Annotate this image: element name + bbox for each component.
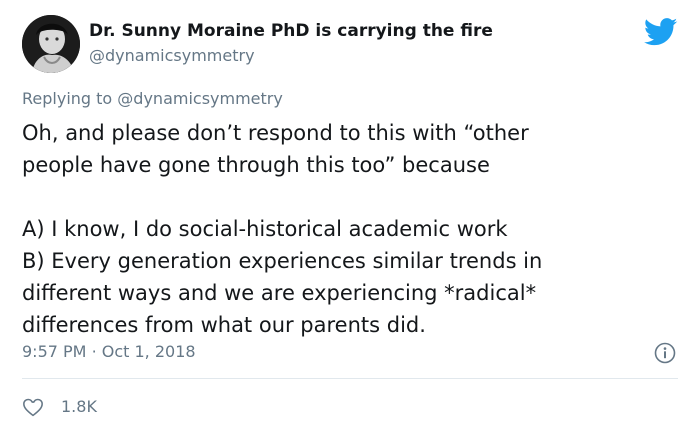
tweet-line [22,181,682,213]
tweet-line: Oh, and please don’t respond to this wit… [22,121,529,145]
tweet-time: 9:57 PM [22,342,87,361]
avatar[interactable] [22,15,80,73]
tweet-line: differences from what our parents did. [22,313,426,337]
tweet-text: Oh, and please don’t respond to this wit… [22,117,682,341]
tweet-card: Dr. Sunny Moraine PhD is carrying the fi… [0,0,700,433]
author-display-name[interactable]: Dr. Sunny Moraine PhD is carrying the fi… [89,21,493,41]
replying-handle-link[interactable]: @dynamicsymmetry [117,89,283,108]
info-icon[interactable] [654,342,676,364]
divider [22,378,678,379]
timestamp-separator: · [91,342,97,361]
heart-outline-icon[interactable] [22,396,44,418]
author-handle[interactable]: @dynamicsymmetry [89,46,255,65]
tweet-line: people have gone through this too” becau… [22,153,490,177]
tweet-line: B) Every generation experiences similar … [22,249,543,273]
tweet-line: A) I know, I do social-historical academ… [22,217,508,241]
twitter-bird-icon[interactable] [644,18,678,46]
replying-to: Replying to @dynamicsymmetry [22,89,283,108]
tweet-date: Oct 1, 2018 [101,342,196,361]
like-count[interactable]: 1.8K [61,397,97,416]
tweet-timestamp[interactable]: 9:57 PM · Oct 1, 2018 [22,342,196,361]
tweet-line: different ways and we are experiencing *… [22,281,537,305]
replying-prefix: Replying to [22,89,113,108]
